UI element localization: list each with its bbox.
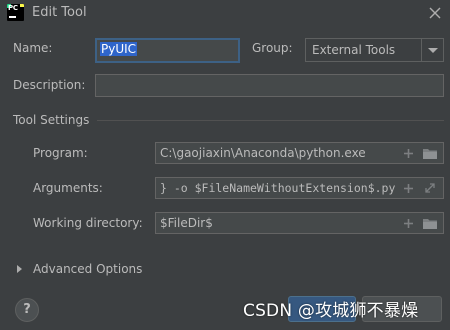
section-divider	[97, 120, 444, 121]
name-input-value: PyUIC	[100, 42, 138, 56]
expand-arrow-icon[interactable]	[17, 265, 22, 273]
arguments-label: Arguments:	[33, 181, 103, 195]
pycharm-app-icon: PC	[7, 4, 24, 21]
insert-macro-icon[interactable]	[400, 143, 416, 163]
insert-macro-icon[interactable]	[400, 213, 416, 233]
description-label: Description:	[13, 78, 86, 92]
folder-icon[interactable]	[420, 213, 440, 233]
advanced-options-toggle[interactable]: Advanced Options	[33, 262, 142, 276]
description-input[interactable]	[95, 74, 444, 97]
program-input[interactable]: C:\gaojiaxin\Anaconda\python.exe	[155, 142, 444, 164]
window-title: Edit Tool	[32, 5, 87, 20]
expand-icon[interactable]	[420, 178, 440, 198]
arguments-input[interactable]: } -o $FileNameWithoutExtension$.py	[155, 177, 444, 199]
arguments-input-value: } -o $FileNameWithoutExtension$.py	[160, 181, 396, 195]
group-dropdown[interactable]: External Tools	[305, 38, 444, 62]
working-directory-input-value: $FileDir$	[160, 216, 213, 230]
working-directory-input[interactable]: $FileDir$	[155, 212, 444, 234]
group-label: Group:	[252, 41, 293, 55]
group-dropdown-value: External Tools	[312, 43, 396, 57]
watermark: CSDN @攻城狮不暴燥	[243, 301, 419, 321]
title-bar: PC Edit Tool	[0, 0, 450, 28]
program-label: Program:	[33, 146, 88, 160]
close-icon[interactable]	[426, 4, 444, 22]
help-button[interactable]: ?	[15, 298, 39, 322]
name-input[interactable]: PyUIC	[95, 38, 240, 63]
program-input-value: C:\gaojiaxin\Anaconda\python.exe	[160, 146, 366, 160]
insert-macro-icon[interactable]	[400, 178, 416, 198]
folder-icon[interactable]	[420, 143, 440, 163]
working-directory-label: Working directory:	[33, 216, 143, 230]
name-label: Name:	[13, 41, 53, 55]
tool-settings-title: Tool Settings	[13, 113, 90, 127]
help-icon: ?	[23, 302, 31, 317]
app-icon-text: PC	[8, 4, 18, 12]
chevron-down-icon[interactable]	[421, 39, 443, 61]
